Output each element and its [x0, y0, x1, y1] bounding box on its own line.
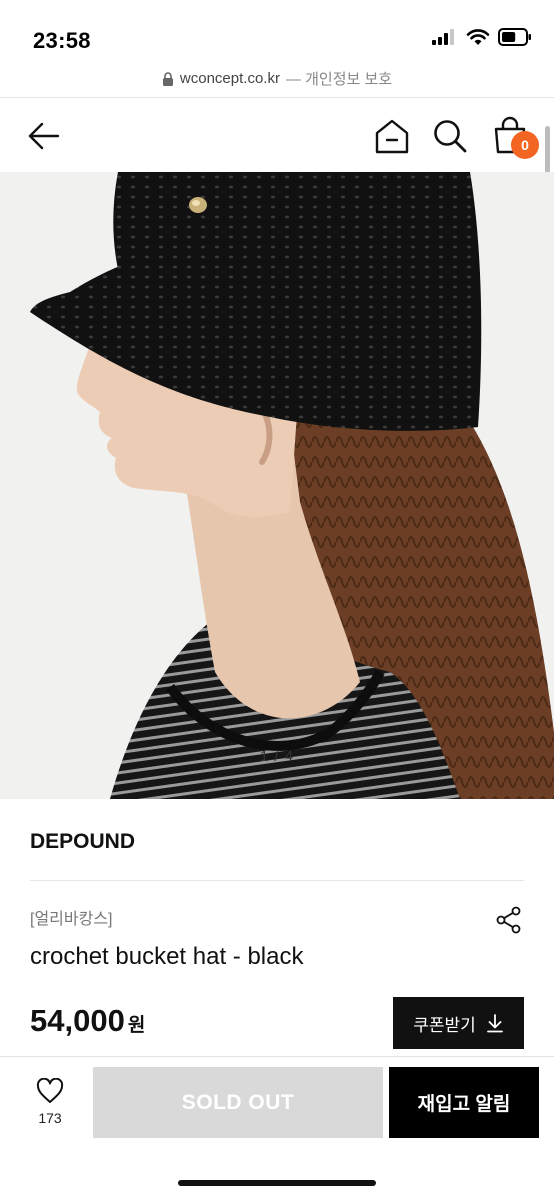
price-value: 54,000 [30, 1003, 125, 1038]
cart-count-badge: 0 [511, 131, 539, 159]
brand-name[interactable]: DEPOUND [30, 830, 135, 854]
back-arrow-icon[interactable] [24, 116, 64, 156]
coupon-button-label: 쿠폰받기 [413, 1015, 476, 1035]
like-button[interactable]: 173 [26, 1078, 74, 1134]
wifi-icon [466, 29, 490, 45]
coupon-button[interactable]: 쿠폰받기 [393, 997, 524, 1049]
product-photo [0, 172, 554, 799]
status-bar: 23:58 [0, 0, 554, 60]
product-name: crochet bucket hat - black [30, 943, 304, 970]
share-icon[interactable] [494, 905, 524, 935]
battery-fill [502, 32, 516, 42]
search-icon[interactable] [430, 116, 470, 156]
status-icons [432, 28, 532, 46]
product-price: 54,000 원 [30, 1003, 145, 1039]
nav-bar [0, 98, 554, 172]
like-count: 173 [38, 1110, 62, 1126]
home-indicator [178, 1180, 376, 1186]
home-icon[interactable] [372, 116, 412, 156]
url-domain: wconcept.co.kr [179, 70, 280, 87]
price-unit: 원 [127, 1015, 146, 1036]
url-bar[interactable]: wconcept.co.kr — 개인정보 보호 [0, 60, 554, 98]
restock-alert-button[interactable]: 재입고 알림 [389, 1067, 539, 1138]
product-tagline: [얼리바캉스] [30, 911, 113, 928]
product-image[interactable] [0, 172, 554, 799]
url-privacy-note: — 개인정보 보호 [285, 71, 393, 88]
sold-out-button[interactable]: SOLD OUT [93, 1067, 383, 1138]
download-icon [486, 1014, 503, 1033]
signal-icon [432, 29, 454, 45]
heart-icon [36, 1078, 64, 1103]
divider [30, 880, 524, 881]
status-time: 23:58 [33, 28, 91, 53]
lock-icon [162, 71, 173, 86]
image-counter: 1 / 4 [259, 748, 295, 765]
battery-icon [498, 28, 531, 46]
